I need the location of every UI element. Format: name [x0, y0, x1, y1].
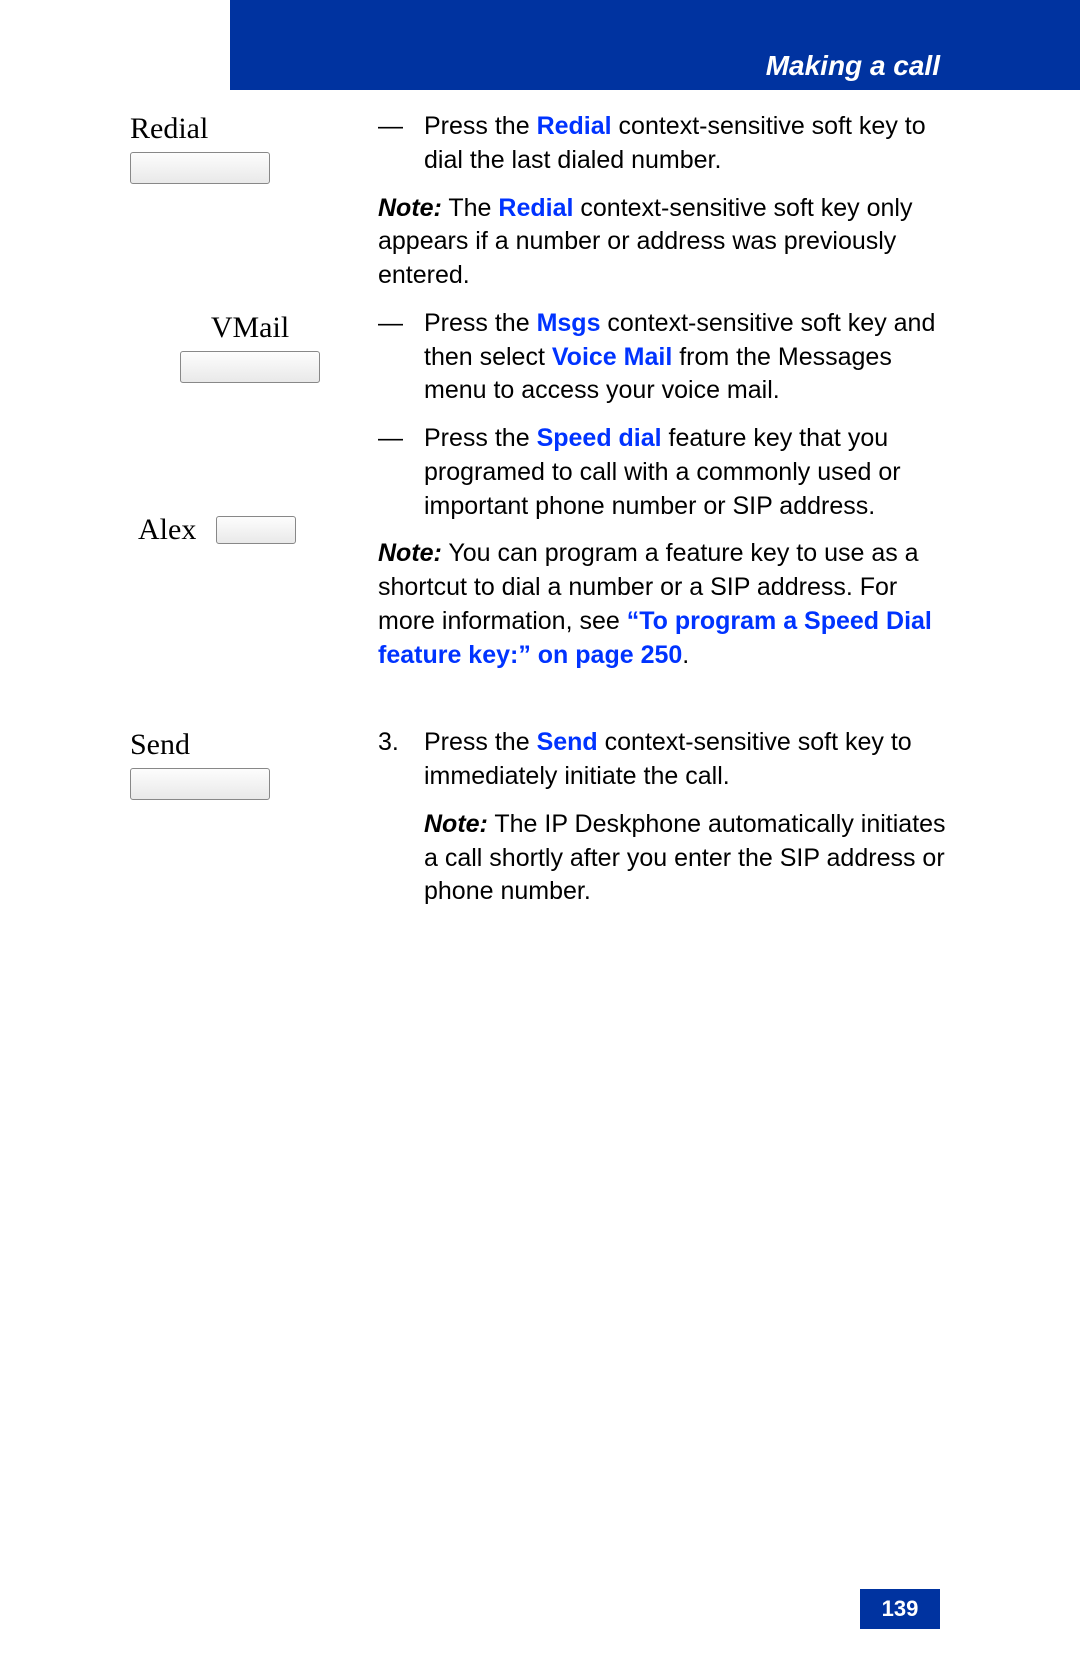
send-key-label: Send: [130, 728, 190, 762]
redial-bullet: — Press the Redial context-sensitive sof…: [378, 110, 950, 178]
header-bar: Making a call: [230, 0, 1080, 90]
vmail-key-label: VMail: [211, 311, 289, 345]
vmail-section: VMail Alex — Press the Msgs context-sens…: [130, 307, 950, 687]
alex-key-label: Alex: [138, 513, 196, 547]
header-title: Making a call: [766, 50, 940, 82]
send-section: Send 3. Press the Send context-sensitive…: [130, 726, 950, 923]
alex-key-button[interactable]: [216, 516, 296, 544]
step-3: 3. Press the Send context-sensitive soft…: [378, 726, 950, 794]
content-area: Redial — Press the Redial context-sensit…: [130, 110, 950, 923]
dash-icon: —: [378, 422, 424, 523]
speed-bullet: — Press the Speed dial feature key that …: [378, 422, 950, 523]
step-number: 3.: [378, 726, 424, 794]
vmail-key-button[interactable]: [180, 351, 320, 383]
send-key-button[interactable]: [130, 768, 270, 800]
step-3-note: Note: The IP Deskphone automatically ini…: [378, 808, 950, 909]
send-text: 3. Press the Send context-sensitive soft…: [370, 726, 950, 923]
vmail-key-block: VMail Alex: [130, 307, 370, 547]
redial-note: Note: The Redial context-sensitive soft …: [378, 192, 950, 293]
redial-key-block: Redial: [130, 110, 370, 184]
speed-note: Note: You can program a feature key to u…: [378, 537, 950, 672]
page-number: 139: [860, 1589, 940, 1629]
dash-icon: —: [378, 307, 424, 408]
vmail-text: — Press the Msgs context-sensitive soft …: [370, 307, 950, 687]
dash-icon: —: [378, 110, 424, 178]
msgs-bullet: — Press the Msgs context-sensitive soft …: [378, 307, 950, 408]
redial-text: — Press the Redial context-sensitive sof…: [370, 110, 950, 307]
redial-key-button[interactable]: [130, 152, 270, 184]
send-key-block: Send: [130, 726, 370, 800]
redial-key-label: Redial: [130, 112, 208, 146]
redial-section: Redial — Press the Redial context-sensit…: [130, 110, 950, 307]
alex-key-block: Alex: [130, 513, 370, 547]
